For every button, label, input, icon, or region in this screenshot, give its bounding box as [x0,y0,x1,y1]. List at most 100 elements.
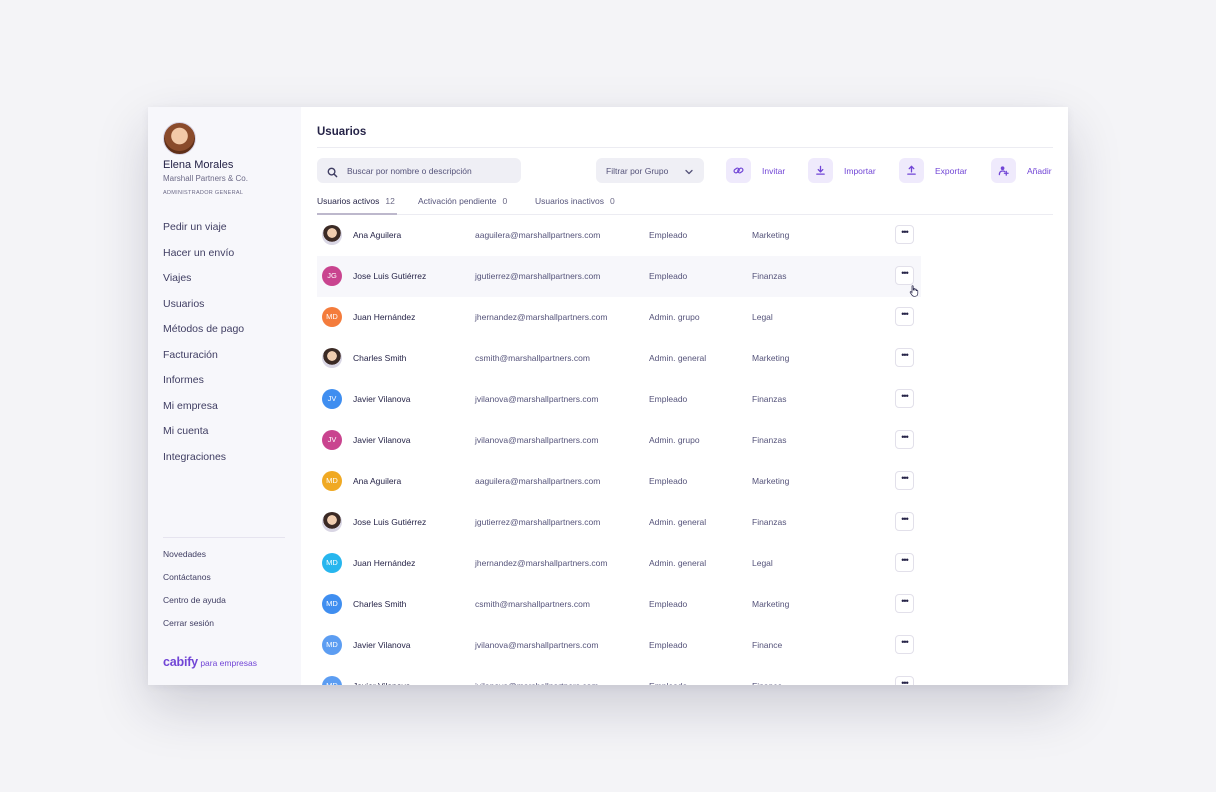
tab-label: Usuarios inactivos [535,196,604,206]
nav-item-centro-ayuda[interactable]: Centro de ayuda [163,595,226,618]
user-email: jvilanova@marshallpartners.com [475,640,599,650]
nav-item-hacer-envio[interactable]: Hacer un envío [163,247,244,273]
more-options-button[interactable]: ••• [895,594,914,613]
avatar [322,225,342,245]
more-options-button[interactable]: ••• [895,266,914,285]
user-role: Empleado [649,394,688,404]
more-options-button[interactable]: ••• [895,512,914,531]
add-user-button[interactable]: Añadir [991,158,1052,183]
avatar: JG [322,266,342,286]
more-options-button[interactable]: ••• [895,348,914,367]
user-email: csmith@marshallpartners.com [475,353,590,363]
table-row[interactable]: Jose Luis Gutiérrez jgutierrez@marshallpa… [317,502,921,543]
table-row[interactable]: Ana Aguilera aaguilera@marshallpartners.c… [317,215,921,256]
avatar: MD [322,307,342,327]
nav-item-informes[interactable]: Informes [163,374,244,400]
more-options-button[interactable]: ••• [895,635,914,654]
user-name: Javier Vilanova [353,640,411,650]
nav-item-integraciones[interactable]: Integraciones [163,451,244,477]
search-input[interactable] [347,158,517,183]
nav-item-contactanos[interactable]: Contáctanos [163,572,226,595]
nav-item-mi-empresa[interactable]: Mi empresa [163,400,244,426]
tab-count: 12 [385,196,395,206]
user-group: Marketing [752,230,790,240]
invite-label: Invitar [762,165,786,176]
tab-activacion-pendiente[interactable]: Activación pendiente 0 [418,196,507,206]
user-name: Ana Aguilera [353,476,402,486]
avatar: MD [322,635,342,655]
user-role: Admin. general [649,517,707,527]
user-group: Marketing [752,599,790,609]
tab-usuarios-activos[interactable]: Usuarios activos 12 [317,196,395,206]
profile-name: Elena Morales [163,159,234,171]
more-options-button[interactable]: ••• [895,553,914,572]
logo-brand: cabify [163,655,198,669]
invite-button[interactable]: Invitar [726,158,785,183]
table-row[interactable]: MD Juan Hernández jhernandez@marshallpartn… [317,297,921,338]
user-group: Legal [752,558,773,568]
more-options-button[interactable]: ••• [895,471,914,490]
upload-icon [899,158,924,183]
table-row[interactable]: Charles Smith csmith@marshallpartners.com… [317,338,921,379]
avatar: MD [322,594,342,614]
user-name: Juan Hernández [353,558,416,568]
avatar: MD [322,676,342,685]
avatar: MD [322,471,342,491]
nav-item-novedades[interactable]: Novedades [163,549,226,572]
table-row[interactable]: MD Ana Aguilera aaguilera@marshallpartners… [317,461,921,502]
add-user-label: Añadir [1027,165,1052,176]
user-group: Finanzas [752,271,787,281]
user-group: Finanzas [752,517,787,527]
secondary-nav: Novedades Contáctanos Centro de ayuda Ce… [163,549,226,641]
user-name: Jose Luis Gutiérrez [353,517,427,527]
table-row[interactable]: JG Jose Luis Gutiérrez jgutierrez@marshall… [317,256,921,297]
nav-item-viajes[interactable]: Viajes [163,272,244,298]
profile-avatar[interactable] [163,122,196,155]
user-role: Empleado [649,230,688,240]
nav-item-usuarios[interactable]: Usuarios [163,298,244,324]
import-button[interactable]: Importar [808,158,876,183]
page-title: Usuarios [317,126,367,138]
user-email: aaguilera@marshallpartners.com [475,230,601,240]
avatar: JV [322,430,342,450]
more-options-button[interactable]: ••• [895,389,914,408]
table-row[interactable]: MD Javier Vilanova jvilanova@marshallpartn… [317,625,921,666]
user-email: aaguilera@marshallpartners.com [475,476,601,486]
group-filter-select[interactable]: Filtrar por Grupo [596,158,704,183]
more-options-button[interactable]: ••• [895,225,914,244]
user-name: Charles Smith [353,599,407,609]
nav-item-facturacion[interactable]: Facturación [163,349,244,375]
nav-item-pedir-viaje[interactable]: Pedir un viaje [163,221,244,247]
avatar [322,348,342,368]
user-email: csmith@marshallpartners.com [475,599,590,609]
more-options-button[interactable]: ••• [895,676,914,685]
user-email: jvilanova@marshallpartners.com [475,394,599,404]
hand-cursor-icon [909,284,919,302]
tab-label: Usuarios activos [317,196,380,206]
table-row[interactable]: JV Javier Vilanova jvilanova@marshallpartn… [317,420,921,461]
user-email: jgutierrez@marshallpartners.com [475,271,601,281]
user-name: Javier Vilanova [353,394,411,404]
main-content: Usuarios Filtrar por Grupo Invitar Impo [301,107,1068,685]
user-email: jvilanova@marshallpartners.com [475,435,599,445]
export-button[interactable]: Exportar [899,158,967,183]
user-role: Empleado [649,640,688,650]
table-row[interactable]: JV Javier Vilanova jvilanova@marshallpartn… [317,379,921,420]
user-email: jvilanova@marshallpartners.com [475,681,598,685]
table-row[interactable]: MD Javier Vilanova jvilanova@marshallpartn… [317,666,921,685]
more-options-button[interactable]: ••• [895,307,914,326]
user-group: Finance [752,681,782,685]
search-box[interactable] [317,158,521,183]
user-name: Ana Aguilera [353,230,402,240]
title-divider [317,147,1053,148]
nav-item-metodos-pago[interactable]: Métodos de pago [163,323,244,349]
table-row[interactable]: MD Charles Smith csmith@marshallpartners.c… [317,584,921,625]
more-options-button[interactable]: ••• [895,430,914,449]
table-row[interactable]: MD Juan Hernández jhernandez@marshallpartn… [317,543,921,584]
search-icon [327,165,338,183]
nav-item-mi-cuenta[interactable]: Mi cuenta [163,425,244,451]
tab-usuarios-inactivos[interactable]: Usuarios inactivos 0 [535,196,615,206]
nav-item-cerrar-sesion[interactable]: Cerrar sesión [163,618,226,641]
avatar: MD [322,553,342,573]
app-window: Elena Morales Marshall Partners & Co. AD… [148,107,1068,685]
